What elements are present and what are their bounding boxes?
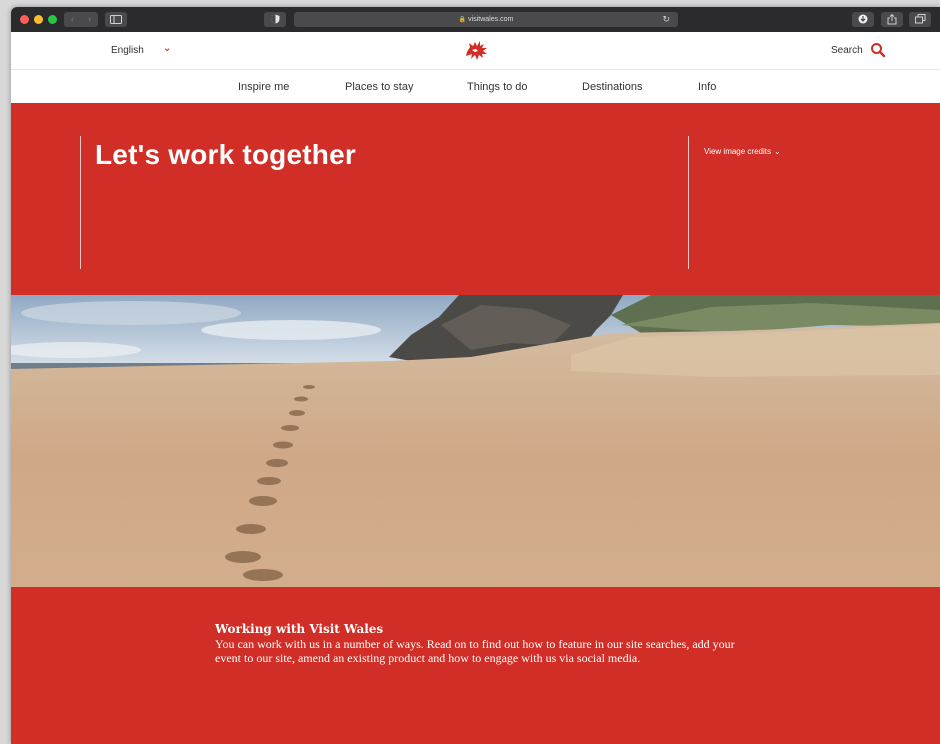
chevron-down-icon: ⌄ — [774, 147, 781, 156]
close-window-button[interactable] — [20, 15, 29, 24]
sidebar-toggle-button[interactable] — [105, 12, 127, 27]
reload-icon[interactable]: ↻ — [662, 12, 670, 27]
minimize-window-button[interactable] — [34, 15, 43, 24]
tab-overview-button[interactable] — [909, 12, 931, 27]
main-navigation: Inspire me Places to stay Things to do D… — [11, 70, 940, 103]
page-title: Let's work together — [95, 139, 356, 170]
section-body: You can work with us in a number of ways… — [215, 637, 735, 665]
intro-section: Working with Visit Wales You can work wi… — [11, 587, 940, 744]
hero-banner: Let's work together View image credits ⌄ — [11, 103, 940, 295]
tabs-icon — [914, 14, 925, 24]
image-credits-toggle[interactable]: View image credits ⌄ — [704, 147, 781, 156]
browser-toolbar: ‹ › 🔒 visitwales.com ↻ — [11, 7, 940, 32]
chevron-down-icon[interactable]: ⌄ — [163, 43, 171, 54]
nav-item-info[interactable]: Info — [698, 81, 716, 93]
nav-item-inspire-me[interactable]: Inspire me — [238, 81, 289, 93]
maximize-window-button[interactable] — [48, 15, 57, 24]
section-heading: Working with Visit Wales — [215, 622, 384, 636]
share-icon — [887, 13, 897, 25]
image-credits-label: View image credits — [704, 147, 771, 156]
hero-divider — [688, 136, 689, 269]
browser-window: ‹ › 🔒 visitwales.com ↻ English ⌄ Search … — [11, 7, 940, 744]
search-icon[interactable] — [870, 42, 886, 58]
url-text: visitwales.com — [468, 16, 514, 23]
downloads-button[interactable] — [852, 12, 874, 27]
nav-item-things-to-do[interactable]: Things to do — [467, 81, 528, 93]
privacy-shield-button[interactable] — [264, 12, 286, 27]
site-header: English ⌄ Search — [11, 32, 940, 70]
address-bar[interactable]: 🔒 visitwales.com ↻ — [294, 12, 678, 27]
language-selector[interactable]: English — [111, 45, 144, 56]
sidebar-icon — [110, 15, 122, 24]
history-nav: ‹ › — [64, 12, 98, 27]
welsh-dragon-logo[interactable] — [463, 38, 491, 64]
back-arrow-icon[interactable]: ‹ — [64, 12, 81, 27]
shield-icon — [271, 14, 279, 24]
beach-hero-image — [11, 295, 940, 587]
hero-divider — [80, 136, 81, 269]
search-label[interactable]: Search — [831, 45, 863, 56]
nav-item-destinations[interactable]: Destinations — [582, 81, 643, 93]
forward-arrow-icon[interactable]: › — [81, 12, 98, 27]
share-button[interactable] — [881, 12, 903, 27]
nav-item-places-to-stay[interactable]: Places to stay — [345, 81, 413, 93]
download-icon — [858, 14, 868, 24]
lock-icon: 🔒 — [458, 17, 467, 23]
